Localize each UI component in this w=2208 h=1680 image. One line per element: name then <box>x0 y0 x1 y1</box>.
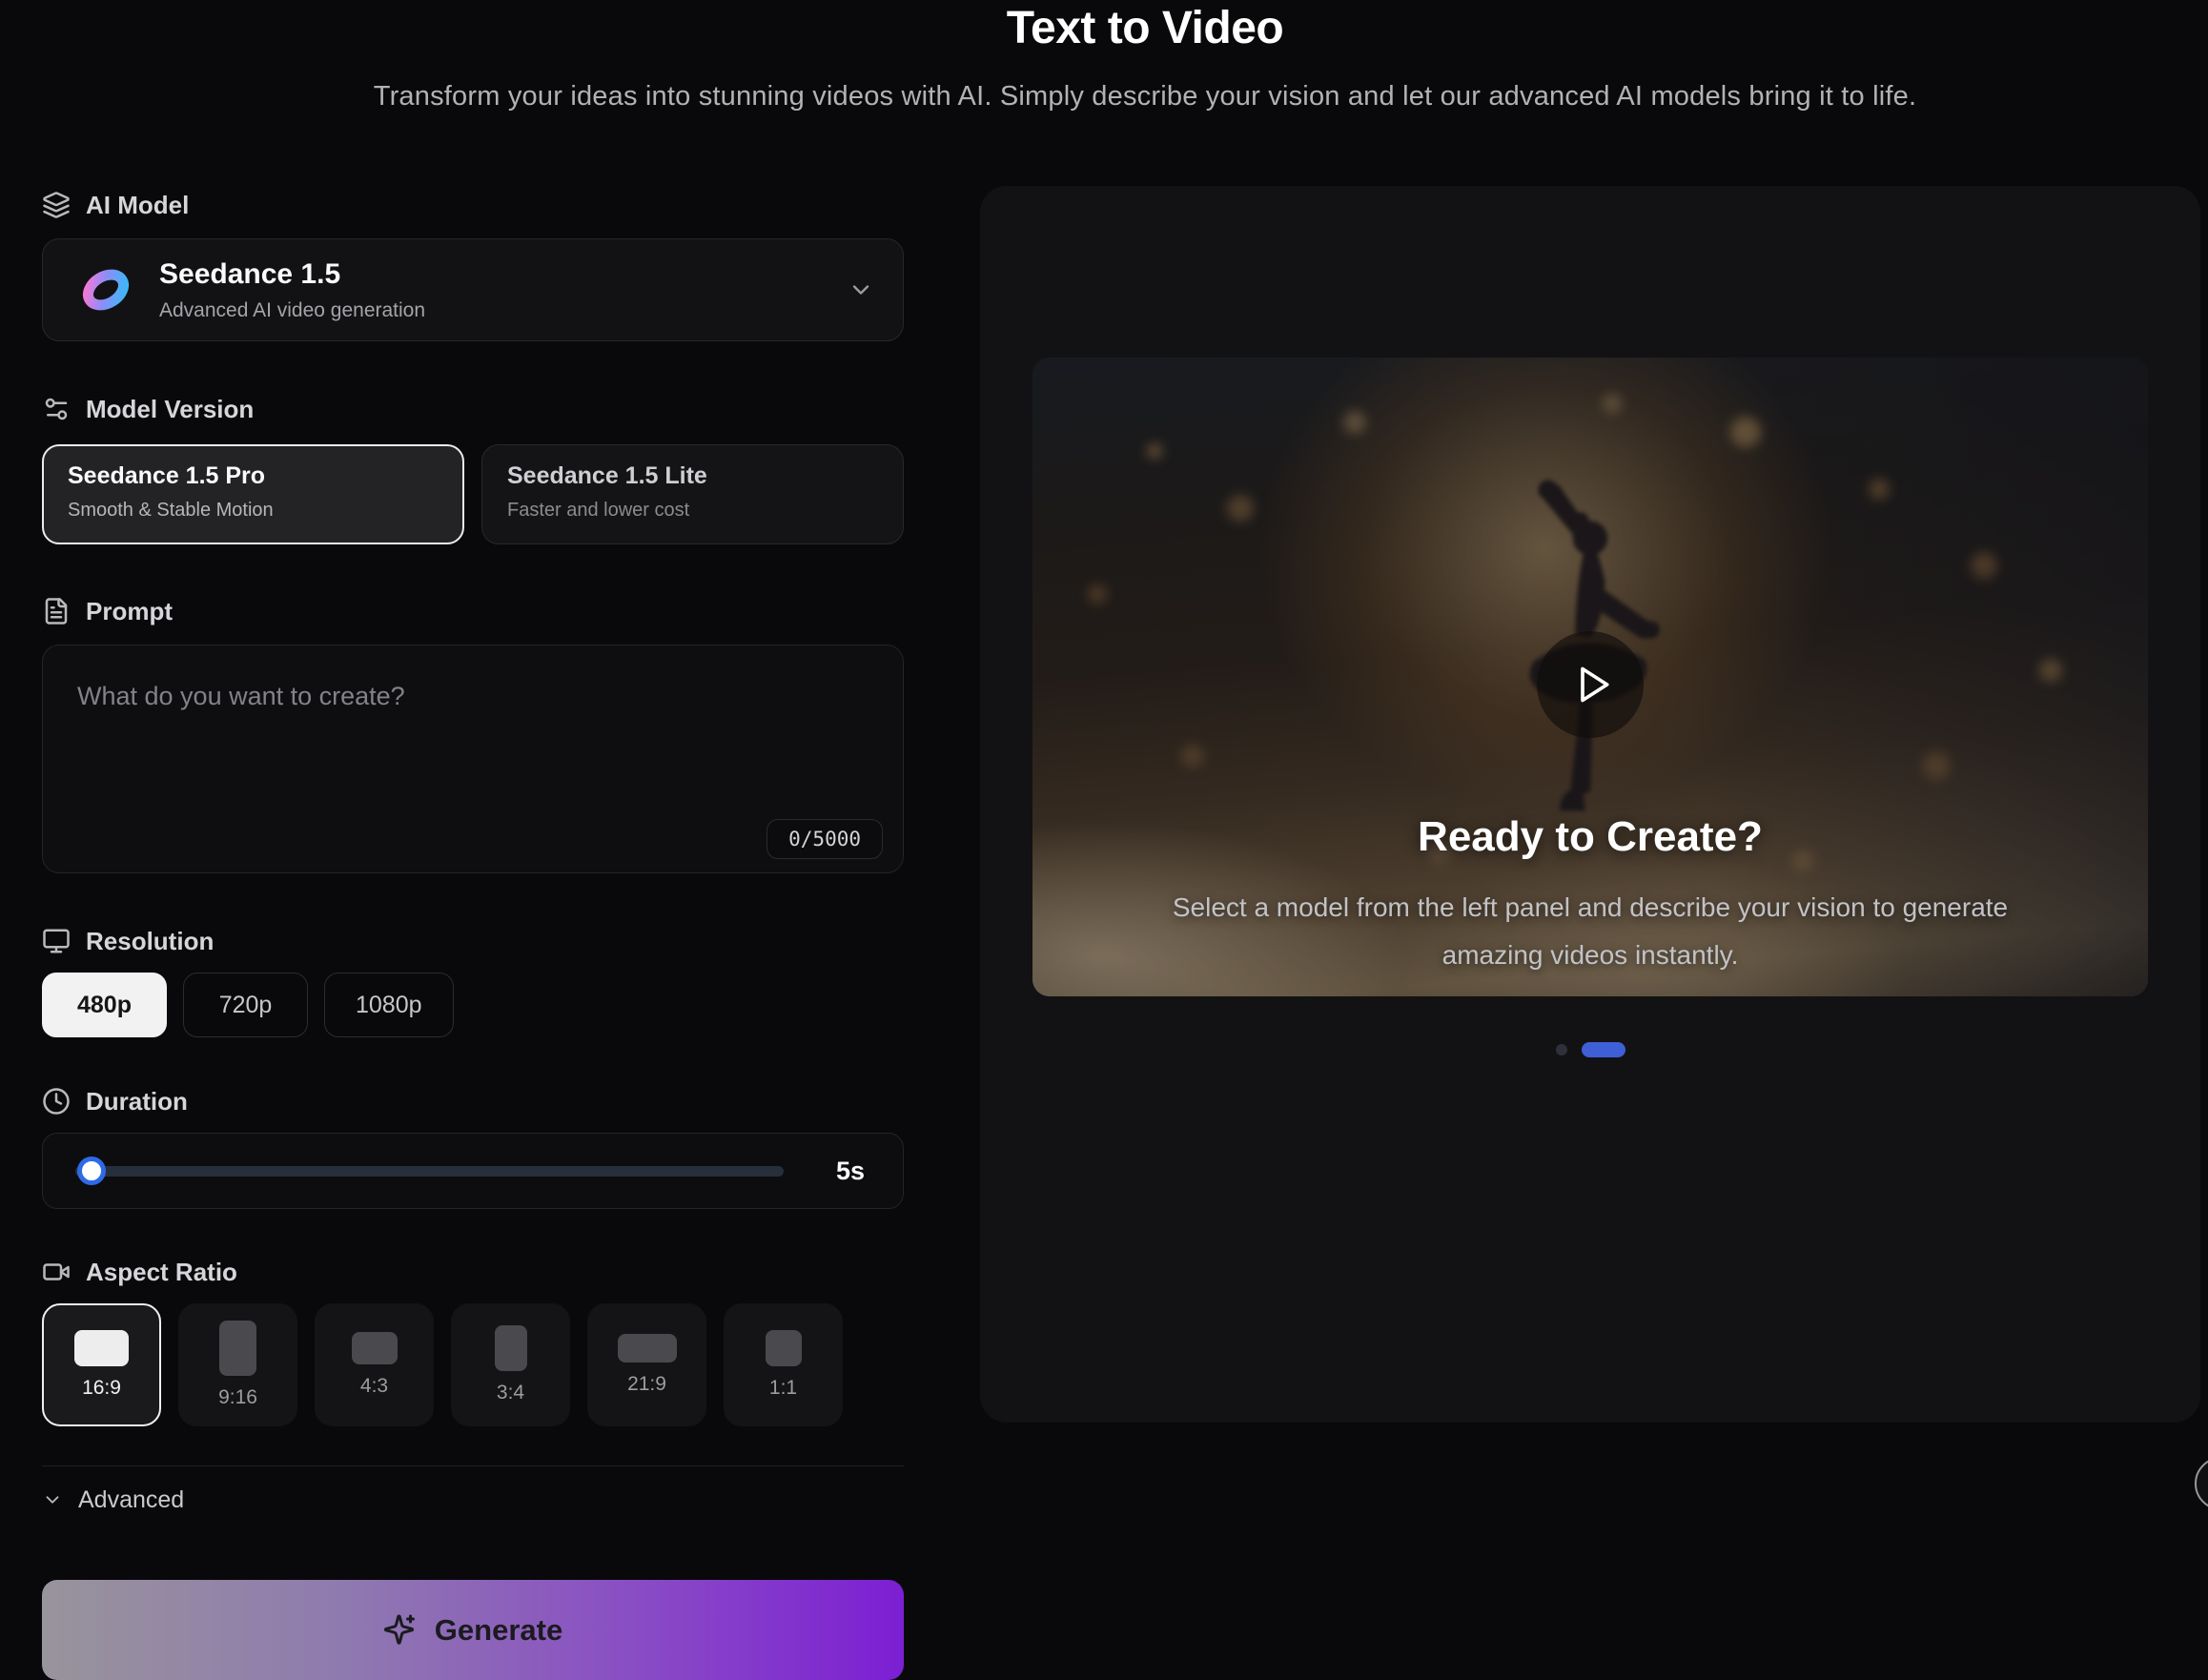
file-text-icon <box>42 597 71 625</box>
aspect-option-16-9[interactable]: 16:9 <box>42 1303 161 1426</box>
section-divider <box>42 1465 904 1466</box>
page-header: Text to Video Transform your ideas into … <box>0 0 2208 113</box>
layers-icon <box>42 191 71 219</box>
model-selector-dropdown[interactable]: Seedance 1.5 Advanced AI video generatio… <box>42 238 904 341</box>
char-counter: 0/5000 <box>767 819 883 859</box>
aspect-option-9-16[interactable]: 9:16 <box>178 1303 297 1426</box>
preview-heading: Ready to Create? <box>1147 813 2034 861</box>
duration-heading: Duration <box>42 1085 904 1117</box>
resolution-720p-button[interactable]: 720p <box>183 973 308 1037</box>
preview-carousel <box>980 1042 2200 1057</box>
page-title: Text to Video <box>82 2 2208 54</box>
model-version-options: Seedance 1.5 Pro Smooth & Stable Motion … <box>42 444 904 544</box>
prompt-heading: Prompt <box>42 595 904 627</box>
carousel-dot-1[interactable] <box>1556 1044 1567 1055</box>
video-preview: Ready to Create? Select a model from the… <box>1032 358 2148 996</box>
carousel-dot-2-active[interactable] <box>1582 1042 1625 1057</box>
preview-message: Ready to Create? Select a model from the… <box>1032 813 2148 979</box>
video-camera-icon <box>42 1258 71 1286</box>
seedance-logo <box>81 263 131 317</box>
model-version-heading: Model Version <box>42 393 904 425</box>
aspect-option-1-1[interactable]: 1:1 <box>724 1303 843 1426</box>
aspect-option-4-3[interactable]: 4:3 <box>315 1303 434 1426</box>
ratio-1-1-shape <box>766 1330 802 1366</box>
duration-value: 5s <box>836 1157 865 1186</box>
ratio-9-16-shape <box>219 1321 256 1376</box>
ratio-16-9-shape <box>74 1330 129 1366</box>
preview-panel: Ready to Create? Select a model from the… <box>980 186 2200 1423</box>
selected-model-description: Advanced AI video generation <box>159 299 848 322</box>
generate-button[interactable]: Generate <box>42 1580 904 1680</box>
aspect-option-3-4[interactable]: 3:4 <box>451 1303 570 1426</box>
preview-description: Select a model from the left panel and d… <box>1147 884 2034 979</box>
resolution-options: 480p 720p 1080p <box>42 973 904 1037</box>
play-button[interactable] <box>1537 631 1644 738</box>
floating-action-button-partial[interactable] <box>2195 1457 2208 1510</box>
monitor-icon <box>42 927 71 955</box>
duration-slider-thumb[interactable] <box>77 1157 106 1185</box>
chevron-down-icon <box>848 277 874 303</box>
resolution-heading: Resolution <box>42 925 904 957</box>
resolution-1080p-button[interactable]: 1080p <box>324 973 454 1037</box>
aspect-ratio-options: 16:9 9:16 4:3 3:4 21:9 1:1 <box>42 1303 904 1426</box>
selected-model-name: Seedance 1.5 <box>159 258 848 291</box>
duration-slider-track[interactable] <box>75 1166 784 1177</box>
clock-icon <box>42 1087 71 1116</box>
ratio-3-4-shape <box>495 1325 527 1371</box>
sliders-icon <box>42 395 71 423</box>
page-subtitle: Transform your ideas into stunning video… <box>82 81 2208 113</box>
resolution-480p-button[interactable]: 480p <box>42 973 167 1037</box>
aspect-option-21-9[interactable]: 21:9 <box>587 1303 706 1426</box>
sparkles-icon <box>383 1613 418 1648</box>
ratio-4-3-shape <box>352 1332 398 1364</box>
version-option-pro[interactable]: Seedance 1.5 Pro Smooth & Stable Motion <box>42 444 464 544</box>
settings-panel: AI Model Seedance 1.5 Advanced AI video … <box>42 189 904 1680</box>
play-icon <box>1572 664 1614 706</box>
prompt-field-wrap: 0/5000 <box>42 645 904 878</box>
chevron-down-icon <box>42 1489 63 1510</box>
aspect-ratio-heading: Aspect Ratio <box>42 1256 904 1288</box>
ratio-21-9-shape <box>618 1334 677 1362</box>
ai-model-heading: AI Model <box>42 189 904 221</box>
advanced-toggle[interactable]: Advanced <box>42 1486 904 1513</box>
duration-slider-card: 5s <box>42 1133 904 1209</box>
version-option-lite[interactable]: Seedance 1.5 Lite Faster and lower cost <box>481 444 904 544</box>
